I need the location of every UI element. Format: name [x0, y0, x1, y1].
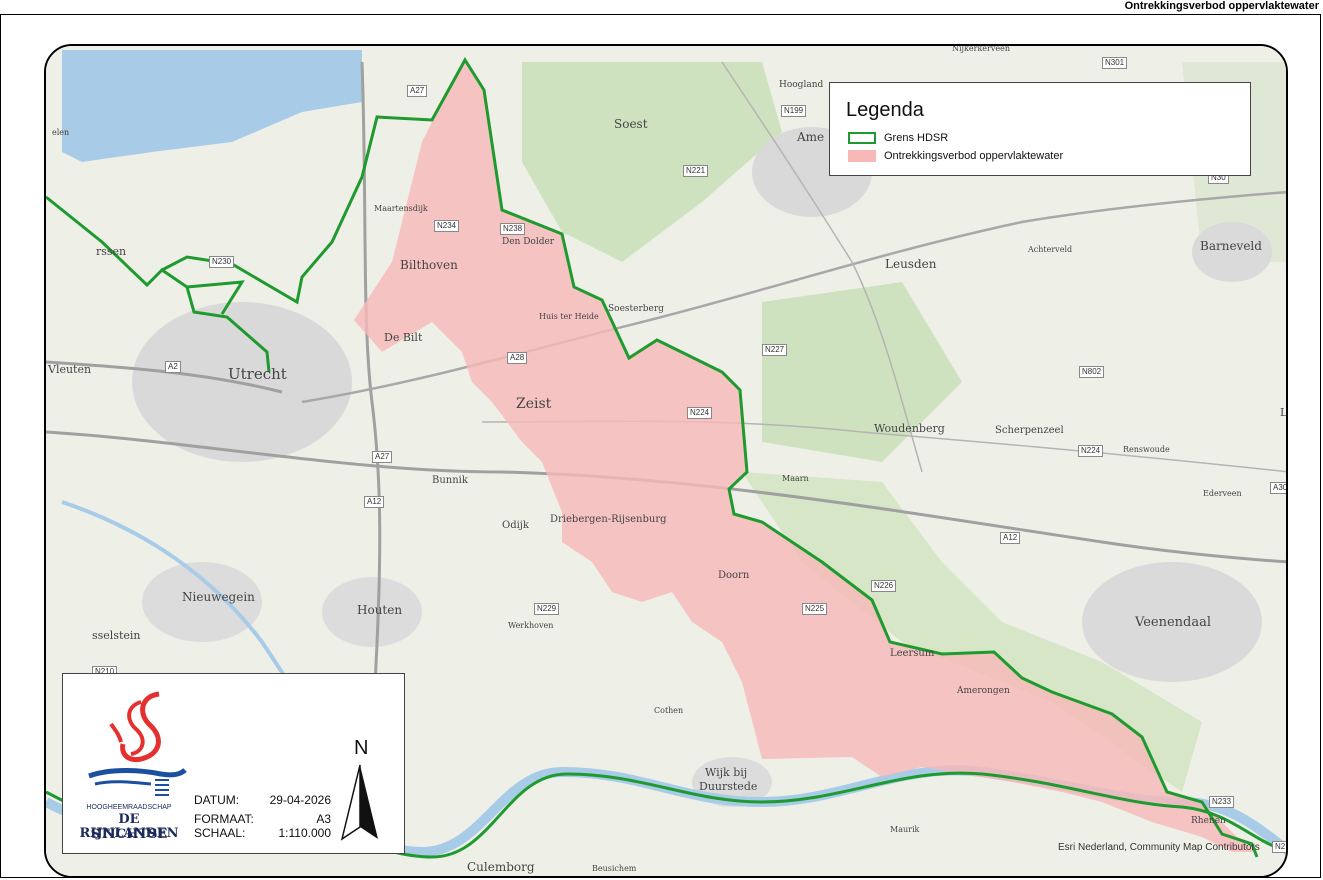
place-label: Veenendaal: [1135, 615, 1212, 630]
hdsr-logo-icon: [88, 691, 187, 796]
legend-panel: Legenda Grens HDSR Ontrekkingsverbod opp…: [829, 82, 1251, 176]
place-label: Werkhoven: [508, 621, 554, 630]
place-label: Soesterberg: [608, 304, 664, 314]
road-shield: A27: [372, 451, 393, 463]
legend-label: Grens HDSR: [884, 132, 949, 144]
place-label: Hoogland: [779, 80, 824, 90]
zone-swatch: [848, 150, 876, 163]
legend-item-zone: Ontrekkingsverbod oppervlaktewater: [848, 150, 1064, 163]
place-label: Barneveld: [1200, 239, 1262, 253]
legend-label: Ontrekkingsverbod oppervlaktewater: [884, 150, 1064, 162]
place-label: Doorn: [718, 570, 750, 581]
place-label: Huis ter Heide: [539, 312, 599, 321]
road-shield: N226: [871, 580, 897, 592]
place-label: Duurstede: [699, 780, 758, 793]
map-attribution: Esri Nederland, Community Map Contributo…: [1058, 842, 1260, 853]
road-shield: A12: [1000, 532, 1021, 544]
place-label: Maartensdijk: [374, 204, 428, 213]
road-shield: N225: [802, 603, 828, 615]
road-shield: N2: [1272, 841, 1286, 853]
place-label: Leusden: [885, 257, 937, 271]
road-shield: A12: [364, 496, 385, 508]
place-label: Driebergen-Rijsenburg: [550, 514, 667, 525]
place-label: Renswoude: [1123, 445, 1170, 454]
format-value: A3: [316, 812, 331, 826]
scale-value: 1:110.000: [278, 826, 332, 840]
road-shield: A28: [507, 352, 528, 364]
date-label: DATUM:: [194, 793, 240, 807]
place-label: Nijkerkerveen: [952, 44, 1010, 53]
place-label: Utrecht: [228, 365, 287, 383]
place-label: sselstein: [92, 629, 141, 642]
place-label: Lu: [1280, 406, 1288, 419]
place-label: Wijk bij: [705, 766, 748, 779]
place-label: Rhenen: [1191, 816, 1226, 826]
north-label: N: [354, 737, 369, 759]
scale-label: SCHAAL:: [194, 826, 246, 840]
road-shield: A30: [1270, 482, 1286, 494]
place-label: Bunnik: [432, 475, 468, 486]
place-label: Odijk: [502, 520, 529, 531]
legend-title: Legenda: [846, 99, 924, 121]
road-shield: A27: [407, 85, 428, 97]
road-shield: N233: [1209, 796, 1235, 808]
place-label: De Bilt: [384, 331, 423, 344]
road-shield: N199: [781, 105, 807, 117]
logo-line3: RIJNLANDEN: [79, 826, 179, 841]
place-label: Maurik: [890, 825, 920, 834]
place-label: Houten: [357, 603, 403, 617]
road-shield: N802: [1079, 366, 1105, 378]
road-shield: N224: [1078, 445, 1104, 457]
road-shield: N230: [209, 256, 235, 268]
legend-item-boundary: Grens HDSR: [848, 132, 949, 145]
north-arrow-icon: [340, 764, 378, 841]
road-shield: A2: [165, 361, 181, 373]
place-label: Leersum: [890, 648, 935, 659]
place-label: Maarn: [782, 474, 809, 483]
place-label: Den Dolder: [502, 237, 555, 247]
road-shield: N224: [687, 407, 713, 419]
road-shield: N227: [762, 344, 788, 356]
road-shield: N221: [683, 165, 709, 177]
place-label: Scherpenzeel: [995, 425, 1064, 436]
place-label: Ederveen: [1203, 489, 1242, 498]
place-label: rssen: [96, 245, 127, 258]
place-label: Culemborg: [467, 860, 535, 874]
place-label: Amerongen: [957, 686, 1010, 696]
road-shield: N238: [500, 223, 526, 235]
place-label: Nieuwegein: [182, 590, 255, 604]
road-shield: N229: [534, 603, 560, 615]
place-label: Woudenberg: [874, 422, 945, 435]
place-label: Achterveld: [1028, 245, 1073, 254]
place-label: Cothen: [654, 706, 684, 715]
place-label: Bilthoven: [400, 258, 458, 272]
road-shield: N234: [434, 220, 460, 232]
north-arrow: N: [340, 737, 380, 843]
logo-line1: HOOGHEEMRAADSCHAP: [86, 804, 172, 811]
place-label: Soest: [614, 117, 648, 131]
place-label: Vleuten: [48, 363, 92, 376]
date-value: 29-04-2026: [269, 793, 331, 807]
place-label: Ame: [797, 130, 825, 144]
place-label: Zeist: [516, 396, 552, 412]
boundary-swatch: [848, 132, 876, 145]
place-label: Beusichem: [592, 864, 637, 873]
road-shield: N301: [1102, 57, 1128, 69]
page-title: Ontrekkingsverbod oppervlaktewater: [1124, 0, 1319, 12]
place-label: elen: [52, 128, 70, 137]
